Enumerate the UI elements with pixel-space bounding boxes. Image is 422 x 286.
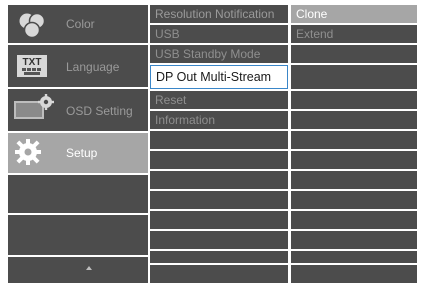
main-menu-item-color[interactable]: Color: [8, 5, 148, 43]
main-menu-scroll[interactable]: [8, 257, 148, 283]
sub-menu-item-label: USB Standby Mode: [155, 47, 261, 61]
main-menu-item-setup[interactable]: Setup: [8, 133, 148, 173]
option-clone[interactable]: Clone: [291, 5, 417, 23]
main-menu-item-language[interactable]: TXT Language: [8, 45, 148, 87]
sub-menu-item-label: Information: [155, 113, 216, 127]
txt-keyboard-icon: TXT: [17, 55, 47, 77]
sub-menu-item-usb-standby-mode[interactable]: USB Standby Mode: [150, 45, 288, 63]
sub-menu-empty-slot: [150, 171, 288, 189]
main-menu-item-label: Setup: [66, 146, 98, 160]
sub-menu-item-resolution-notification[interactable]: Resolution Notification: [150, 5, 288, 23]
options-empty-slot: [291, 91, 417, 109]
osd-monitor-gear-icon: [14, 94, 54, 119]
sub-menu-item-label: DP Out Multi-Stream: [156, 70, 272, 84]
sub-menu-item-label: Resolution Notification: [155, 7, 275, 21]
svg-text:TXT: TXT: [23, 57, 42, 68]
main-menu-empty-slot: [8, 215, 148, 255]
osd-menu: Color TXT Language OSD Setting Setup Res…: [8, 5, 417, 283]
options-empty-slot: [291, 251, 417, 263]
option-extend[interactable]: Extend: [291, 25, 417, 43]
main-menu-item-label: OSD Setting: [66, 104, 133, 118]
sub-menu-empty-slot: [150, 191, 288, 209]
options-empty-slot: [291, 231, 417, 249]
sub-menu-item-usb[interactable]: USB: [150, 25, 288, 43]
sub-menu-empty-slot: [150, 131, 288, 149]
option-label: Extend: [296, 27, 334, 41]
sub-menu-empty-slot: [150, 231, 288, 249]
sub-menu-empty-slot: [150, 151, 288, 169]
options-empty-slot: [291, 131, 417, 149]
options-empty-slot: [291, 191, 417, 209]
main-menu-empty-slot: [8, 175, 148, 213]
sub-menu-item-label: Reset: [155, 93, 187, 107]
sub-menu-item-dp-out-multi-stream[interactable]: DP Out Multi-Stream: [150, 65, 288, 89]
options-empty-slot: [291, 171, 417, 189]
setup-gear-icon: [15, 139, 41, 165]
options-empty-slot: [291, 151, 417, 169]
sub-menu-empty-slot: [150, 251, 288, 263]
options-empty-slot: [291, 111, 417, 129]
options-empty-slot: [291, 265, 417, 283]
arrow-up-icon[interactable]: [86, 266, 92, 270]
options-empty-slot: [291, 45, 417, 63]
options-empty-slot: [291, 211, 417, 229]
sub-menu-empty-slot: [150, 265, 288, 283]
main-menu-item-osd-setting[interactable]: OSD Setting: [8, 89, 148, 131]
options-empty-slot: [291, 65, 417, 89]
sub-menu-item-information[interactable]: Information: [150, 111, 288, 129]
sub-menu-empty-slot: [150, 211, 288, 229]
main-menu-item-label: Color: [66, 17, 95, 31]
sub-menu-item-label: USB: [155, 27, 180, 41]
color-circles-icon: [19, 12, 46, 39]
option-label: Clone: [296, 7, 328, 21]
main-menu-item-label: Language: [66, 60, 120, 74]
sub-menu-item-reset[interactable]: Reset: [150, 91, 288, 109]
